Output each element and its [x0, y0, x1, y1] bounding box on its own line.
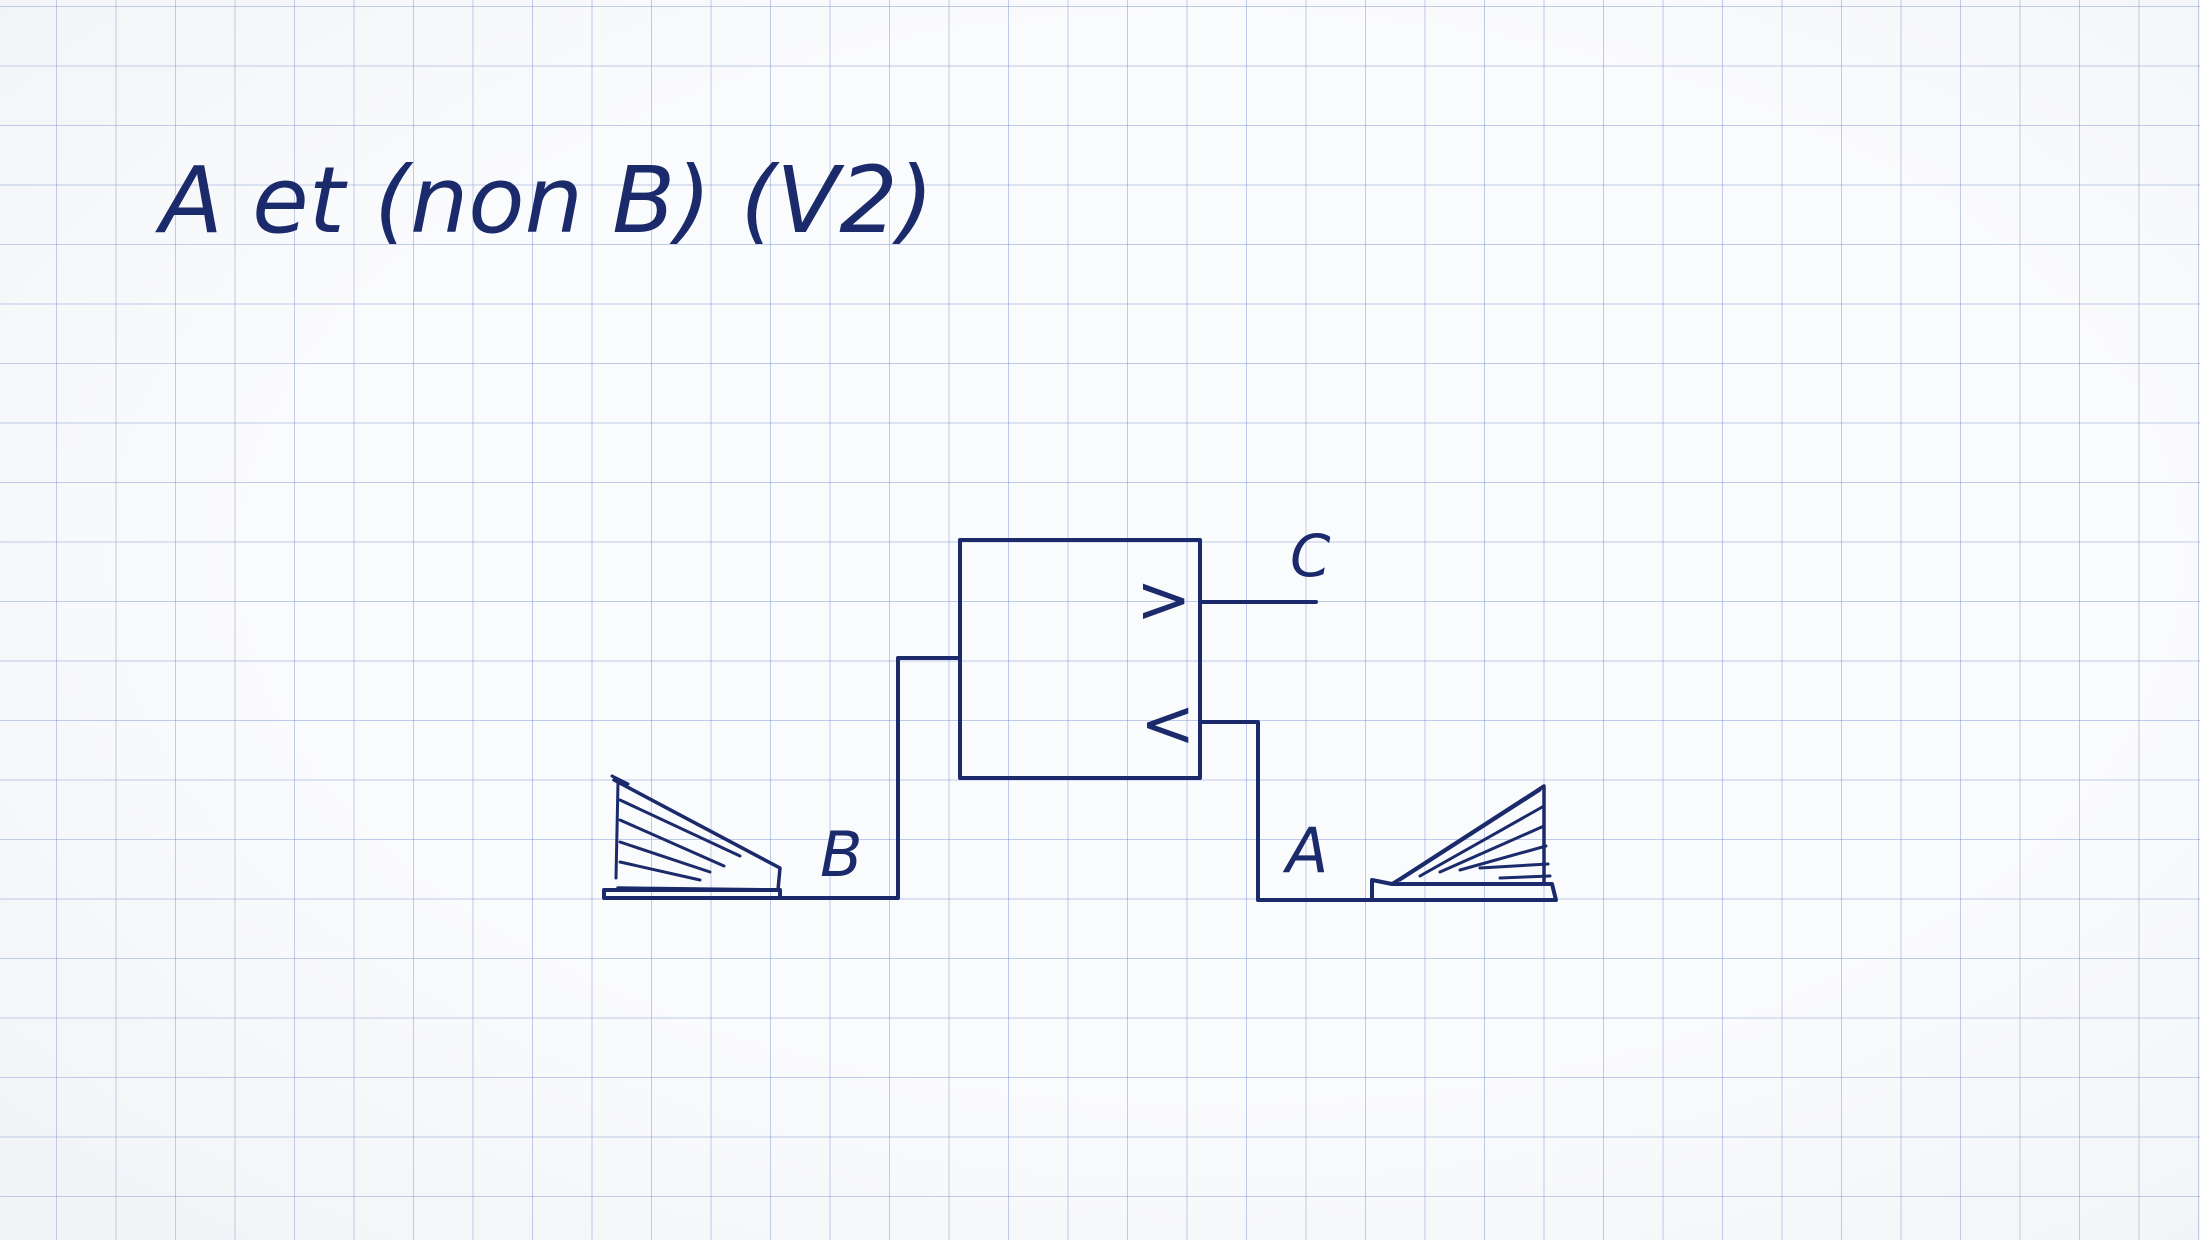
input-label-a: A — [1282, 814, 1328, 887]
lower-comparator-symbol: < — [1140, 685, 1195, 762]
pedal-switch-b-icon — [602, 774, 782, 900]
pedal-switch-a-icon — [1370, 784, 1558, 902]
upper-comparator-symbol: > — [1136, 561, 1191, 638]
input-label-b: B — [820, 818, 863, 891]
diagram-title: A et (non B) (V2) — [155, 147, 934, 254]
logic-diagram: A et (non B) (V2) > < C B A — [155, 147, 1558, 902]
output-label: C — [1290, 522, 1331, 590]
input-wire-b — [778, 656, 962, 900]
